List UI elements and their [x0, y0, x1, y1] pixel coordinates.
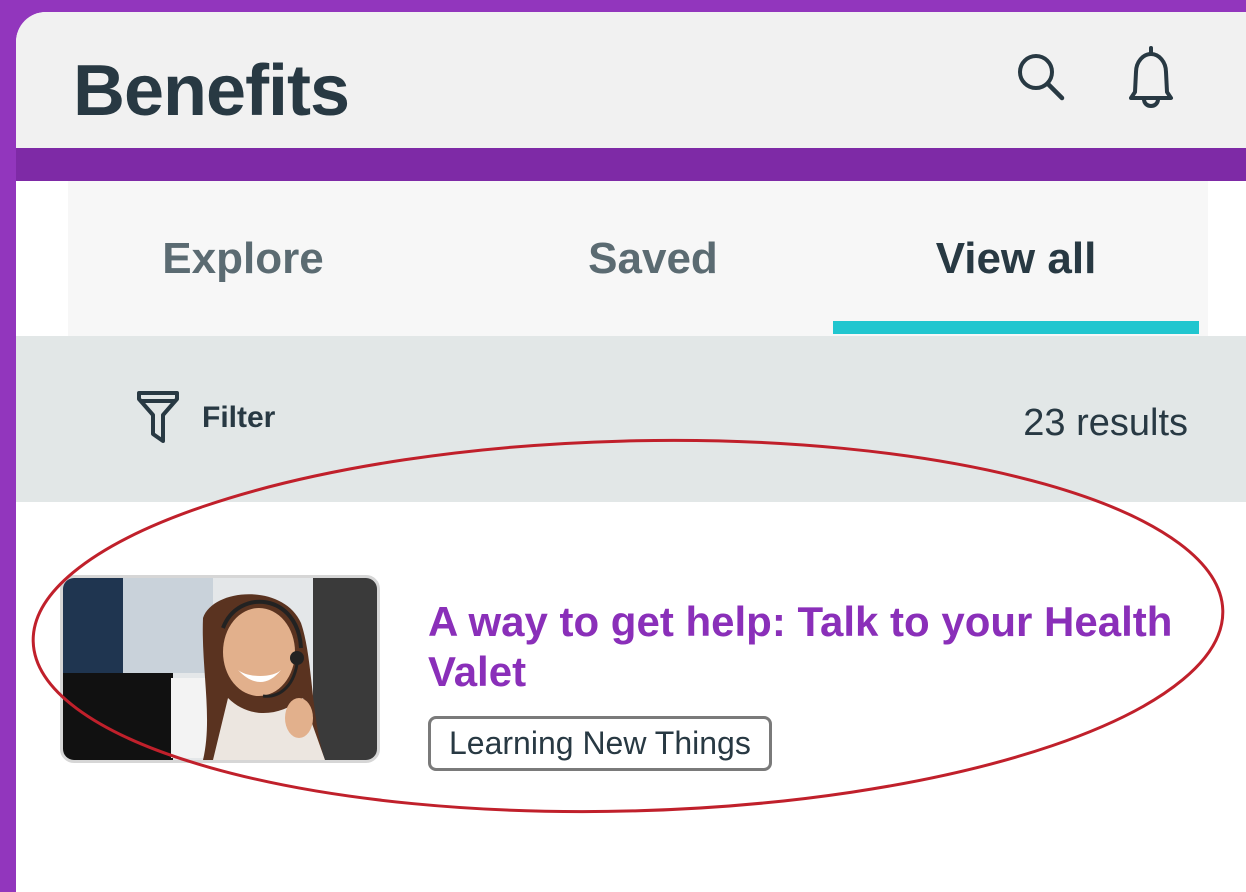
app-frame: Benefits Explore Saved View all Filter 2…: [16, 12, 1246, 892]
annotation-ellipse: [31, 438, 1225, 814]
